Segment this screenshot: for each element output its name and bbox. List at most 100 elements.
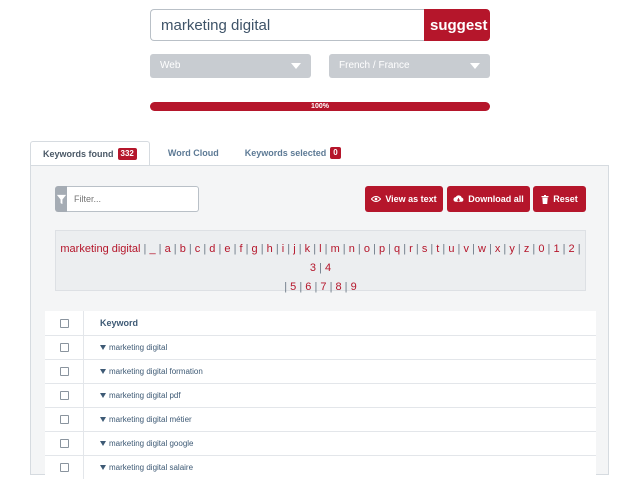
row-checkbox[interactable] [59,439,69,448]
keyword-column-header: Keyword [100,318,139,328]
alphabet-separator: | [326,281,336,293]
view-as-text-label: View as text [385,194,437,204]
keywords-table: Keyword marketing digital marketing digit… [45,311,596,479]
keyword-text: marketing digital [109,343,168,352]
view-as-text-button[interactable]: View as text [365,186,443,212]
keyword-cell[interactable]: marketing digital formation [84,367,596,376]
tab-label: Keywords selected [244,148,327,158]
alphabet-separator: | [574,243,581,255]
row-checkbox[interactable] [59,367,69,376]
keyword-cell[interactable]: marketing digital métier [84,415,596,424]
reset-label: Reset [553,194,578,204]
alphabet-separator: | [257,243,267,255]
alphabet-separator: | [485,243,495,255]
alphabet-separator: | [200,243,210,255]
engine-select-value: Web [160,60,181,71]
expand-caret-icon[interactable] [100,369,106,374]
tab-label: Keywords found [43,148,114,159]
alphabet-separator: | [412,243,422,255]
keywords-found-count-badge: 332 [117,147,137,160]
alphabet-separator: | [500,243,510,255]
row-checkbox[interactable] [59,391,69,400]
table-row: marketing digital pdf [45,383,596,407]
alphabet-separator: | [295,243,305,255]
alphabet-separator: | [155,243,165,255]
keyword-cell[interactable]: marketing digital pdf [84,391,596,400]
alphabet-link-9[interactable]: 9 [351,281,357,293]
search-input[interactable] [150,9,424,41]
keyword-text: marketing digital salaire [109,463,194,472]
language-select[interactable]: French / France [329,54,490,78]
alphabet-separator: | [310,243,320,255]
tab-bar: Keywords found 332 Word Cloud Keywords s… [30,141,353,166]
caret-down-icon [291,63,301,69]
alphabet-link-m[interactable]: m [331,243,340,255]
table-header: Keyword [45,311,596,335]
progress-bar: 100% [150,102,490,111]
table-row: marketing digital google [45,431,596,455]
keyword-cell[interactable]: marketing digital [84,343,596,352]
trash-icon [541,194,549,204]
alphabet-separator: | [272,243,282,255]
keyword-text: marketing digital pdf [109,391,181,400]
select-all-checkbox[interactable] [59,318,69,328]
filter-input[interactable] [67,186,199,212]
alphabet-link-4[interactable]: 4 [325,262,331,274]
alphabet-separator: | [514,243,524,255]
alphabet-separator: | [339,243,349,255]
alphabet-separator: | [529,243,539,255]
alphabet-separator: | [242,243,252,255]
keyword-cell[interactable]: marketing digital google [84,439,596,448]
funnel-icon [56,194,66,204]
alphabet-separator: | [559,243,569,255]
filter-group [55,186,199,212]
progress-label: 100% [311,103,329,110]
row-checkbox[interactable] [59,343,69,352]
tab-word-cloud[interactable]: Word Cloud [150,141,231,165]
suggest-button[interactable]: suggest [424,9,490,41]
keywords-panel: View as text Download all Reset marketin… [30,165,609,479]
alphabet-line-1: marketing digital | _ | a | b | c | d | … [56,240,585,278]
download-cloud-icon [453,195,464,202]
caret-down-icon [470,63,480,69]
tab-keywords-selected[interactable]: Keywords selected 0 [231,141,353,165]
table-row: marketing digital formation [45,359,596,383]
alphabet-separator: | [185,243,195,255]
alphabet-root-link[interactable]: marketing digital [60,243,140,255]
table-row: marketing digital [45,335,596,359]
keyword-text: marketing digital google [109,439,194,448]
row-checkbox[interactable] [59,415,69,424]
alphabet-link-w[interactable]: w [478,243,486,255]
reset-button[interactable]: Reset [533,186,586,212]
expand-caret-icon[interactable] [100,345,106,350]
alphabet-separator: | [296,281,306,293]
alphabet-separator: | [284,243,294,255]
row-checkbox[interactable] [59,463,69,472]
alphabet-separator: | [321,243,331,255]
download-all-label: Download all [468,194,524,204]
alphabet-separator: | [468,243,478,255]
alphabet-separator: | [439,243,449,255]
expand-caret-icon[interactable] [100,441,106,446]
alphabet-navigation: marketing digital | _ | a | b | c | d | … [55,230,586,293]
tab-label: Word Cloud [167,148,219,158]
expand-caret-icon[interactable] [100,393,106,398]
table-row: marketing digital salaire [45,455,596,479]
keyword-cell[interactable]: marketing digital salaire [84,463,596,472]
alphabet-separator: | [230,243,240,255]
download-all-button[interactable]: Download all [447,186,530,212]
alphabet-line-2: | 5 | 6 | 7 | 8 | 9 [56,278,585,297]
language-select-value: French / France [339,60,410,71]
keyword-text: marketing digital formation [109,367,203,376]
alphabet-separator: | [341,281,351,293]
alphabet-separator: | [354,243,364,255]
alphabet-separator: | [400,243,410,255]
expand-caret-icon[interactable] [100,465,106,470]
keywords-selected-count-badge: 0 [330,147,341,159]
filter-button[interactable] [55,186,67,212]
tab-keywords-found[interactable]: Keywords found 332 [30,141,150,166]
eye-icon [371,195,382,203]
expand-caret-icon[interactable] [100,417,106,422]
alphabet-separator: | [427,243,437,255]
engine-select[interactable]: Web [150,54,311,78]
